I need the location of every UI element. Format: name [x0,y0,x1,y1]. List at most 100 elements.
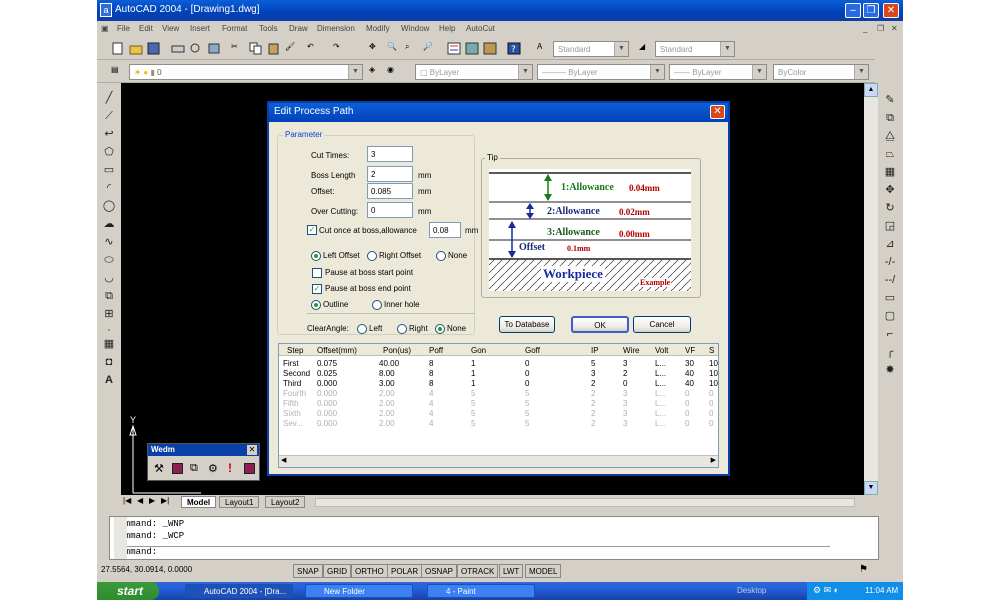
start-button[interactable]: start [97,582,159,600]
rectangle-icon[interactable]: ▭ [102,163,116,177]
help-icon[interactable]: ? [507,42,521,55]
left-offset-radio[interactable] [311,251,321,261]
process-path-icon[interactable]: ⧉ [190,462,198,475]
command-scrollbar[interactable] [114,517,127,559]
close-button[interactable]: ✕ [883,3,899,18]
ortho-toggle[interactable]: ORTHO [351,564,388,578]
model-toggle[interactable]: MODEL [525,564,562,578]
construction-line-icon[interactable]: ⟋ [102,109,116,123]
preview-icon[interactable] [189,42,203,55]
polygon-icon[interactable]: ⬠ [102,145,116,159]
doc-restore-button[interactable]: ❐ [877,24,884,33]
zoom-previous-icon[interactable]: 🔎 [423,42,437,55]
tab-model[interactable]: Model [181,496,217,508]
col-offset[interactable]: Offset(mm) [317,346,357,355]
redo-icon[interactable]: ↷ [333,42,347,55]
table-row[interactable]: Second 0.025 8.00 8 1 0 3 2 L... 40 10 [279,369,718,379]
col-vf[interactable]: VF [685,346,695,355]
array-icon[interactable]: ▦ [883,165,897,179]
chamfer-icon[interactable]: ⌐ [883,327,897,341]
ellipse-icon[interactable]: ⬭ [102,253,116,267]
pause-end-checkbox[interactable]: ✓ [312,284,322,294]
break-icon[interactable]: ▭ [883,291,897,305]
block-tool-icon[interactable] [172,463,183,474]
col-wire[interactable]: Wire [623,346,639,355]
task-autocad[interactable]: AutoCAD 2004 - [Dra... [185,584,293,598]
command-prompt[interactable]: Command: [114,546,830,557]
make-block-icon[interactable]: ⊞ [102,307,116,321]
table-row[interactable]: Sixth 0.000 2.00 4 5 5 2 3 L... 0 0 [279,409,718,419]
layer-select[interactable]: ☀ ● ▮ 0 ▼ [129,64,363,80]
publish-icon[interactable] [207,42,221,55]
trim-icon[interactable]: -/- [883,255,897,269]
region-icon[interactable]: ◘ [102,355,116,369]
col-goff[interactable]: Goff [525,346,540,355]
osnap-toggle[interactable]: OSNAP [421,564,458,578]
stop-tool-icon[interactable] [244,463,255,474]
menu-tools[interactable]: Tools [259,24,278,33]
col-step[interactable]: Step [287,346,303,355]
linetype-select[interactable]: ——— ByLayer ▼ [537,64,665,80]
doc-close-button[interactable]: ✕ [891,24,898,33]
color-select[interactable]: ▢ ByLayer ▼ [415,64,533,80]
menu-autocut[interactable]: AutoCut [466,24,495,33]
fillet-icon[interactable]: ╭ [883,345,897,359]
col-ip[interactable]: IP [591,346,599,355]
cut-icon[interactable]: ✂ [231,42,245,55]
plotstyle-select[interactable]: ByColor ▼ [773,64,869,80]
menu-help[interactable]: Help [439,24,455,33]
col-gon[interactable]: Gon [471,346,486,355]
menu-file[interactable]: File [117,24,130,33]
menu-format[interactable]: Format [222,24,247,33]
wire-tool-icon[interactable]: ⚒ [154,462,164,475]
command-line[interactable]: Command: _WNP Command: _WCP Command: [109,516,879,560]
table-horizontal-scrollbar[interactable]: ◀ ▶ [279,455,718,467]
new-file-icon[interactable] [111,42,125,55]
task-paint[interactable]: 4 - Paint [427,584,535,598]
minimize-button[interactable]: – [845,3,861,18]
cut-once-allowance-input[interactable]: 0.08 [429,222,461,238]
tab-nav-prev-icon[interactable]: ◀ [137,496,143,505]
clear-angle-left-radio[interactable] [357,324,367,334]
tab-nav-first-icon[interactable]: |◀ [123,496,131,505]
table-row[interactable]: First 0.075 40.00 8 1 0 5 3 L... 30 10 [279,359,718,369]
col-s[interactable]: S [709,346,714,355]
zoom-window-icon[interactable]: ⌕ [405,42,419,55]
menu-view[interactable]: View [162,24,179,33]
pan-icon[interactable]: ✥ [369,42,383,55]
menu-draw[interactable]: Draw [289,24,308,33]
maximize-button[interactable]: ❐ [863,3,879,18]
revision-cloud-icon[interactable]: ☁ [102,217,116,231]
scroll-up-icon[interactable]: ▲ [864,83,878,97]
hatch-icon[interactable]: ▦ [102,337,116,351]
ellipse-arc-icon[interactable]: ◡ [102,271,116,285]
clear-angle-right-radio[interactable] [397,324,407,334]
text-style-icon[interactable]: A [537,42,551,55]
text-style-select[interactable]: Standard ▼ [553,41,629,57]
none-offset-radio[interactable] [436,251,446,261]
tool-palettes-icon[interactable] [483,42,497,55]
snap-toggle[interactable]: SNAP [293,564,323,578]
horizontal-scrollbar[interactable] [315,498,855,507]
comm-center-icon[interactable]: ⚑ [859,564,868,575]
inner-hole-radio[interactable] [372,300,382,310]
process-steps-table[interactable]: Step Offset(mm) Pon(us) Poff Gon Goff IP… [278,343,719,468]
layer-manager-icon[interactable]: ▤ [111,65,125,78]
settings-tool-icon[interactable]: ⚙ [208,462,218,475]
menu-insert[interactable]: Insert [190,24,210,33]
scroll-left-icon[interactable]: ◀ [281,456,286,464]
point-icon[interactable]: · [102,323,116,337]
pause-start-checkbox[interactable] [312,268,322,278]
multiline-text-icon[interactable]: A [102,373,116,387]
cancel-button[interactable]: Cancel [633,316,691,333]
boss-length-input[interactable]: 2 [367,166,413,182]
explode-icon[interactable]: ✸ [883,363,897,377]
save-icon[interactable] [147,42,161,55]
move-icon[interactable]: ✥ [883,183,897,197]
print-icon[interactable] [171,42,185,55]
tab-layout1[interactable]: Layout1 [219,496,260,508]
cut-once-checkbox[interactable]: ✓ [307,225,317,235]
offset-input[interactable]: 0.085 [367,183,413,199]
col-poff[interactable]: Poff [429,346,443,355]
right-offset-radio[interactable] [367,251,377,261]
